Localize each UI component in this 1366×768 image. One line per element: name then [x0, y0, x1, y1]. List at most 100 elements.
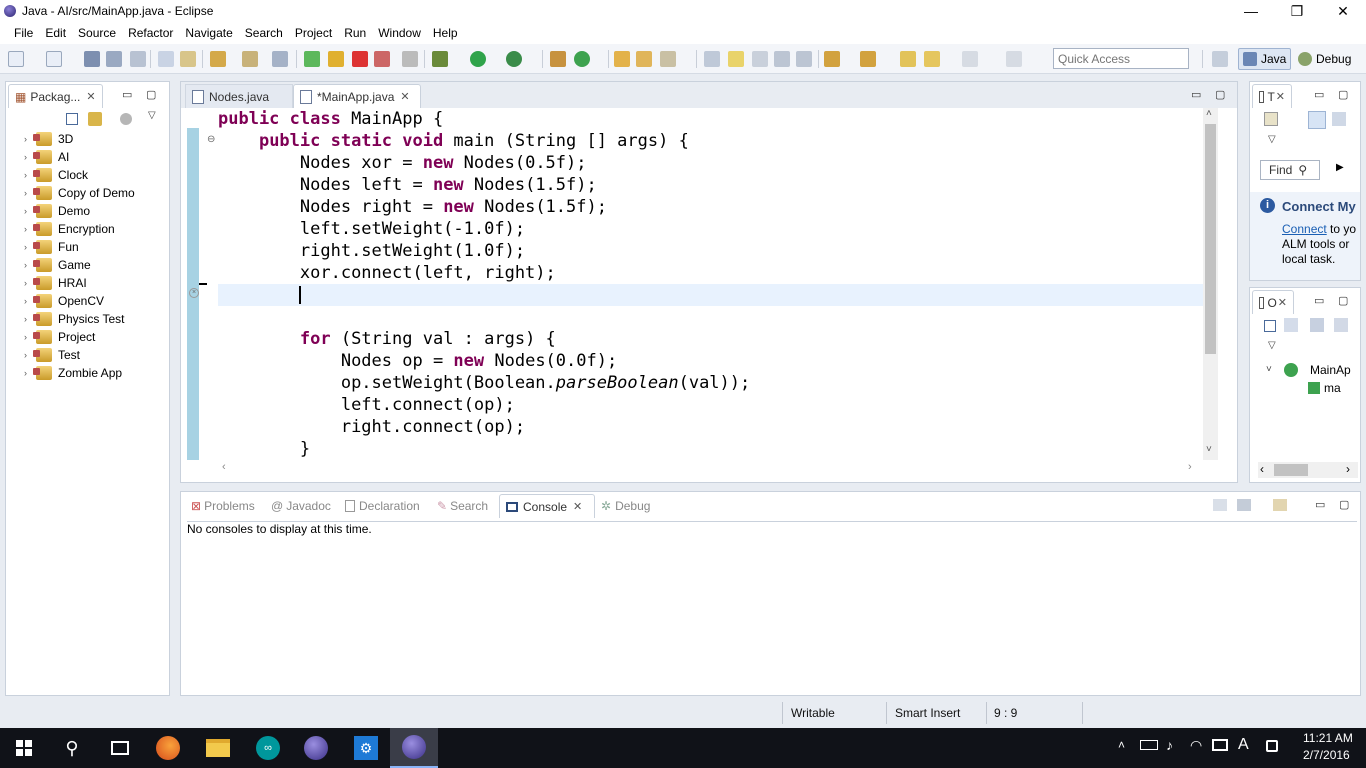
tree-item-hrai[interactable]: › HRAI	[24, 274, 87, 292]
chevron-right-icon[interactable]: ›	[1188, 461, 1192, 473]
editor-vertical-scrollbar[interactable]: ˄ ˅	[1203, 108, 1218, 460]
fold-icon[interactable]: ⊖	[207, 134, 215, 145]
minimize-icon[interactable]: ▭	[1314, 294, 1324, 307]
next-annotation-icon[interactable]	[272, 51, 288, 67]
minimize-icon[interactable]: ▭	[1315, 498, 1325, 511]
input-method-indicator[interactable]: A	[1238, 736, 1249, 754]
tree-item-test[interactable]: › Test	[24, 346, 80, 364]
tab-mainapp-java[interactable]: *MainApp.java ✕	[293, 84, 421, 108]
search-tool-icon[interactable]	[660, 51, 676, 67]
pin-console-icon[interactable]	[1213, 499, 1227, 511]
tree-item-clock[interactable]: › Clock	[24, 166, 88, 184]
view-menu-icon[interactable]: ▽	[1268, 134, 1276, 145]
tab-search[interactable]: ✎ Search	[431, 494, 494, 518]
chevron-up-icon[interactable]: ˄	[1206, 108, 1212, 119]
taskbar-file-explorer[interactable]	[194, 728, 242, 768]
taskbar-eclipse[interactable]	[292, 728, 340, 768]
restore-button[interactable]: ❐	[1274, 0, 1320, 22]
volume-icon[interactable]: ♪	[1166, 737, 1173, 753]
new-icon[interactable]	[8, 51, 24, 67]
skip-breakpoints-icon[interactable]	[402, 51, 418, 67]
menu-refactor[interactable]: Refactor	[122, 26, 179, 40]
view-menu-icon[interactable]: ▽	[1268, 340, 1276, 351]
maximize-icon[interactable]: ▢	[1338, 88, 1348, 101]
action-center-icon[interactable]	[1266, 740, 1278, 752]
refresh-icon[interactable]	[242, 51, 258, 67]
toggle-mark-icon[interactable]	[158, 51, 174, 67]
outline-item-mainapp[interactable]: MainAp	[1310, 363, 1351, 377]
print-icon[interactable]	[130, 51, 146, 67]
scrollbar-thumb[interactable]	[1274, 464, 1308, 476]
tree-item-copy-of-demo[interactable]: › Copy of Demo	[24, 184, 135, 202]
suspend-icon[interactable]	[328, 51, 344, 67]
prev-edit-icon[interactable]	[860, 51, 876, 67]
clock-time[interactable]: 11:21 AM	[1303, 731, 1353, 745]
new-project-icon[interactable]	[46, 51, 62, 67]
open-console-icon[interactable]	[1273, 499, 1287, 511]
tab-javadoc[interactable]: @ Javadoc	[265, 494, 337, 518]
link-editor-icon[interactable]	[88, 112, 102, 126]
new-java-package-icon[interactable]	[550, 51, 566, 67]
resume-icon[interactable]	[304, 51, 320, 67]
categorized-icon[interactable]	[1308, 111, 1326, 129]
new-task-icon[interactable]	[1264, 112, 1278, 126]
tree-item-zombie-app[interactable]: › Zombie App	[24, 364, 122, 382]
coverage-icon[interactable]	[506, 51, 522, 67]
taskbar-settings[interactable]: ⚙	[342, 728, 390, 768]
notification-icon[interactable]	[1212, 739, 1228, 751]
minimize-icon[interactable]: ▭	[122, 88, 132, 101]
battery-icon[interactable]	[1140, 740, 1158, 750]
chevron-down-icon[interactable]: ˅	[1206, 444, 1212, 455]
clock-date[interactable]: 2/7/2016	[1303, 748, 1350, 762]
block-select-icon[interactable]	[752, 51, 768, 67]
disconnect-icon[interactable]	[374, 51, 390, 67]
terminate-icon[interactable]	[352, 51, 368, 67]
maximize-icon[interactable]: ▢	[1339, 498, 1349, 511]
close-icon[interactable]: ✕	[573, 500, 582, 513]
minimize-icon[interactable]: ▭	[1314, 88, 1324, 101]
save-all-icon[interactable]	[106, 51, 122, 67]
focus-icon[interactable]	[120, 113, 132, 125]
find-input[interactable]: Find ⚲	[1260, 160, 1320, 180]
close-icon[interactable]: ✕	[1278, 296, 1287, 309]
next-edit-icon[interactable]	[824, 51, 840, 67]
tab-outline[interactable]: O ✕	[1252, 290, 1294, 314]
editor-horizontal-scrollbar[interactable]: ‹ ›	[218, 460, 1203, 476]
close-icon[interactable]: ✕	[400, 90, 409, 103]
chevron-right-icon[interactable]: ›	[1346, 462, 1350, 476]
play-icon[interactable]: ▶	[1336, 162, 1344, 173]
tree-item-fun[interactable]: › Fun	[24, 238, 79, 256]
perspective-debug[interactable]: Debug	[1294, 48, 1355, 70]
menu-run[interactable]: Run	[338, 26, 372, 40]
display-console-icon[interactable]	[1237, 499, 1251, 511]
outline-item-main[interactable]: ma	[1324, 381, 1341, 395]
open-type-icon[interactable]	[180, 51, 196, 67]
tab-problems[interactable]: ⊠ Problems	[185, 494, 261, 518]
wifi-icon[interactable]: ◠	[1190, 737, 1202, 754]
tree-item-encryption[interactable]: › Encryption	[24, 220, 115, 238]
open-folder-icon[interactable]	[614, 51, 630, 67]
tray-chevron-up-icon[interactable]: ˄	[1118, 738, 1125, 752]
minimize-button[interactable]: —	[1228, 0, 1274, 22]
last-edit-icon[interactable]	[900, 51, 916, 67]
build-icon[interactable]	[210, 51, 226, 67]
maximize-icon[interactable]: ▢	[146, 88, 156, 101]
menu-project[interactable]: Project	[289, 26, 338, 40]
tab-nodes-java[interactable]: Nodes.java	[185, 84, 293, 108]
collapse-all-icon[interactable]	[1264, 320, 1276, 332]
hide-static-icon[interactable]	[1334, 318, 1348, 332]
pilcrow-icon[interactable]	[796, 51, 812, 67]
menu-source[interactable]: Source	[72, 26, 122, 40]
menu-file[interactable]: File	[8, 26, 39, 40]
show-whitespace-icon[interactable]	[704, 51, 720, 67]
chevron-down-icon[interactable]: ˅	[1266, 364, 1272, 375]
highlight-icon[interactable]	[728, 51, 744, 67]
menu-navigate[interactable]: Navigate	[179, 26, 238, 40]
maximize-icon[interactable]: ▢	[1215, 88, 1225, 101]
run-icon[interactable]	[470, 51, 486, 67]
code-editor[interactable]: public class MainApp { public static voi…	[218, 108, 1203, 460]
outline-horizontal-scrollbar[interactable]: ‹ ›	[1258, 462, 1358, 478]
tab-console[interactable]: Console ✕	[499, 494, 595, 518]
scrollbar-thumb[interactable]	[1205, 124, 1216, 354]
tab-package-explorer[interactable]: ▦ Packag... ✕	[8, 84, 103, 108]
